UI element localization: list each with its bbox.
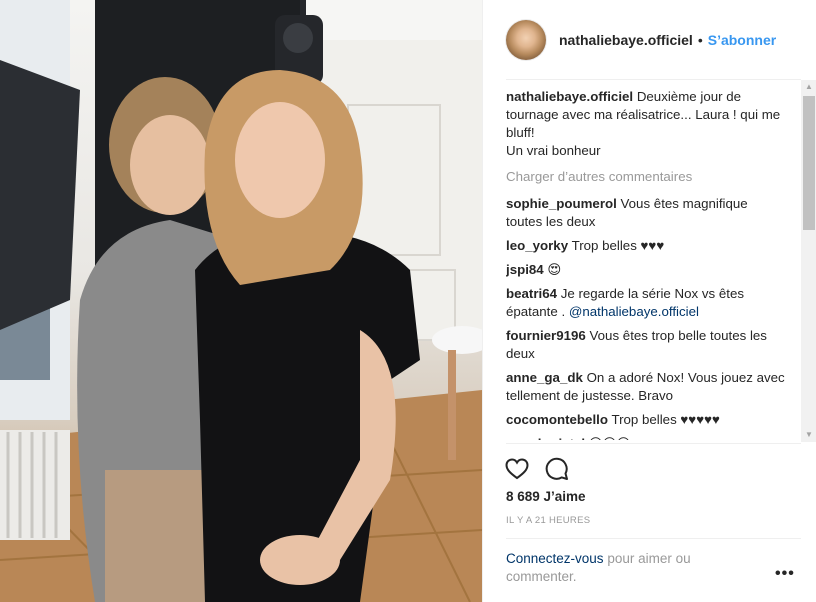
comment-username[interactable]: leo_yorky (506, 238, 568, 253)
load-more-comments-link[interactable]: Charger d’autres commentaires (506, 168, 786, 186)
comment-username[interactable]: sophie_poumerol (506, 196, 617, 211)
comment-item: marcheristel 😍😍😍 (506, 435, 786, 440)
follow-button[interactable]: S’abonner (708, 32, 776, 48)
comment-username[interactable]: cocomontebello (506, 412, 608, 427)
scroll-down-arrow-icon[interactable]: ▼ (801, 428, 816, 442)
post-header: nathaliebaye.officiel • S’abonner (506, 19, 776, 61)
comments-list[interactable]: nathaliebaye.officiel Deuxième jour de t… (506, 88, 786, 440)
comment-item: sophie_poumerol Vous êtes magnifique tou… (506, 195, 786, 231)
comment-text: Trop belles ♥♥♥♥♥ (611, 412, 720, 427)
comment-item: cocomontebello Trop belles ♥♥♥♥♥ (506, 411, 786, 429)
photo-illustration (0, 0, 482, 602)
header-username[interactable]: nathaliebaye.officiel (559, 32, 693, 48)
login-prompt: Connectez-vous pour aimer ou commenter. (506, 550, 736, 586)
avatar[interactable] (506, 20, 546, 60)
post-side-panel: nathaliebaye.officiel • S’abonner nathal… (482, 0, 816, 602)
login-link[interactable]: Connectez-vous (506, 551, 604, 566)
caption-text-2: Un vrai bonheur (506, 143, 601, 158)
header-divider (506, 79, 801, 80)
heart-icon[interactable] (504, 456, 530, 482)
comment-username[interactable]: anne_ga_dk (506, 370, 583, 385)
scroll-up-arrow-icon[interactable]: ▲ (801, 80, 816, 94)
comment-item: anne_ga_dk On a adoré Nox! Vous jouez av… (506, 369, 786, 405)
comment-username[interactable]: beatri64 (506, 286, 557, 301)
comment-item: beatri64 Je regarde la série Nox vs êtes… (506, 285, 786, 321)
post-actions (504, 456, 570, 482)
post-photo[interactable] (0, 0, 482, 602)
comment-username[interactable]: jspi84 (506, 262, 544, 277)
header-dot: • (697, 32, 703, 48)
comment-item: jspi84 😍 (506, 261, 786, 279)
comment-text: Trop belles ♥♥♥ (571, 238, 665, 253)
comment-item: fournier9196 Vous êtes trop belle toutes… (506, 327, 786, 363)
comments-scrollbar[interactable]: ▲ ▼ (801, 80, 816, 442)
comment-username[interactable]: marcheristel (506, 436, 585, 440)
comment-text: 😍😍😍 (589, 436, 631, 440)
likes-count[interactable]: 8 689 J’aime (506, 489, 586, 504)
actions-divider (506, 443, 801, 444)
caption-username[interactable]: nathaliebaye.officiel (506, 89, 633, 104)
comment-text: 😍 (547, 262, 562, 277)
more-options-icon[interactable]: ••• (775, 565, 795, 583)
comment-mention-link[interactable]: @nathaliebaye.officiel (569, 304, 699, 319)
caption: nathaliebaye.officiel Deuxième jour de t… (506, 88, 786, 160)
scrollbar-thumb[interactable] (803, 96, 815, 230)
comment-item: leo_yorky Trop belles ♥♥♥ (506, 237, 786, 255)
login-divider (506, 538, 801, 539)
post-timestamp: IL Y A 21 HEURES (506, 515, 591, 526)
comment-username[interactable]: fournier9196 (506, 328, 586, 343)
comment-icon[interactable] (544, 456, 570, 482)
